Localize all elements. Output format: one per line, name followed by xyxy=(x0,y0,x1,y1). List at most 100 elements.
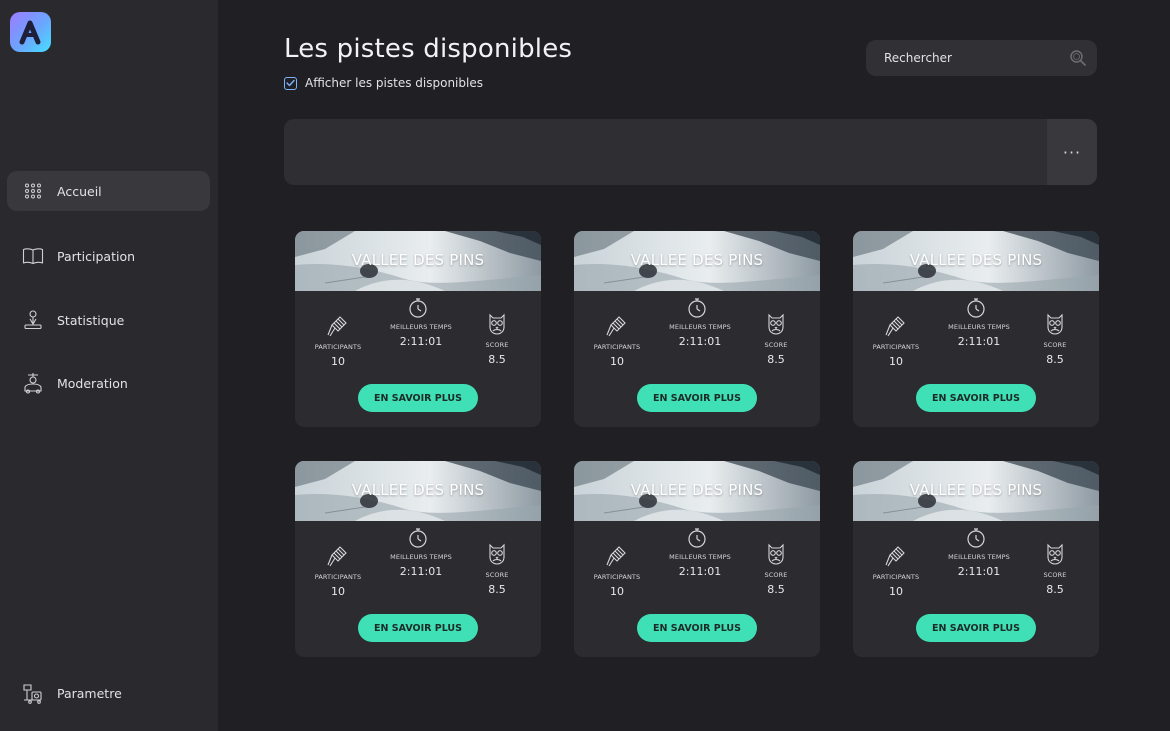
score-label: SCORE xyxy=(764,341,788,349)
track-card: VALLEE DES PINS PARTICIPANTS 10 MEILLEUR… xyxy=(853,461,1099,657)
participants-label: PARTICIPANTS xyxy=(314,343,362,351)
participants-label: PARTICIPANTS xyxy=(593,573,641,581)
learn-more-button[interactable]: EN SAVOIR PLUS xyxy=(916,384,1036,412)
learn-more-button[interactable]: EN SAVOIR PLUS xyxy=(916,614,1036,642)
score-stat: SCORE 8.5 xyxy=(752,571,800,596)
sidebar-item-accueil[interactable]: Accueil xyxy=(7,171,210,211)
ice-skate-icon xyxy=(326,315,348,341)
moderator-icon xyxy=(20,372,46,394)
best-time-value: 2:11:01 xyxy=(399,335,443,348)
track-card: VALLEE DES PINS PARTICIPANTS 10 MEILLEUR… xyxy=(574,461,820,657)
track-title: VALLEE DES PINS xyxy=(909,251,1043,269)
best-time-stat: MEILLEURS TEMPS 2:11:01 xyxy=(662,553,738,578)
best-time-stat: MEILLEURS TEMPS 2:11:01 xyxy=(383,553,459,578)
track-title: VALLEE DES PINS xyxy=(351,251,485,269)
search-icon[interactable] xyxy=(1069,49,1087,71)
score-stat: SCORE 8.5 xyxy=(1031,571,1079,596)
owl-icon xyxy=(1045,313,1065,339)
participants-label: PARTICIPANTS xyxy=(872,343,920,351)
track-card: VALLEE DES PINS PARTICIPANTS 10 MEILLEUR… xyxy=(295,231,541,427)
best-time-label: MEILLEURS TEMPS xyxy=(669,323,731,331)
best-time-value: 2:11:01 xyxy=(678,335,722,348)
owl-icon xyxy=(766,543,786,569)
participants-value: 10 xyxy=(889,355,903,368)
score-value: 8.5 xyxy=(1046,353,1064,366)
sidebar-item-parametre[interactable]: Parametre xyxy=(7,673,210,713)
available-filter[interactable]: Afficher les pistes disponibles xyxy=(284,76,483,90)
participants-stat: PARTICIPANTS 10 xyxy=(305,343,371,368)
participants-value: 10 xyxy=(610,355,624,368)
available-checkbox[interactable] xyxy=(284,76,297,90)
score-value: 8.5 xyxy=(1046,583,1064,596)
best-time-label: MEILLEURS TEMPS xyxy=(669,553,731,561)
participants-stat: PARTICIPANTS 10 xyxy=(863,573,929,598)
participants-stat: PARTICIPANTS 10 xyxy=(863,343,929,368)
stopwatch-icon xyxy=(966,527,986,553)
score-label: SCORE xyxy=(485,571,509,579)
best-time-value: 2:11:01 xyxy=(399,565,443,578)
track-card: VALLEE DES PINS PARTICIPANTS 10 MEILLEUR… xyxy=(295,461,541,657)
best-time-label: MEILLEURS TEMPS xyxy=(390,323,452,331)
owl-icon xyxy=(766,313,786,339)
track-card: VALLEE DES PINS PARTICIPANTS 10 MEILLEUR… xyxy=(574,231,820,427)
ice-skate-icon xyxy=(605,545,627,571)
track-card: VALLEE DES PINS PARTICIPANTS 10 MEILLEUR… xyxy=(853,231,1099,427)
checkmark-icon xyxy=(286,79,295,87)
score-value: 8.5 xyxy=(488,583,506,596)
score-label: SCORE xyxy=(1043,341,1067,349)
available-checkbox-label: Afficher les pistes disponibles xyxy=(305,76,483,90)
learn-more-button[interactable]: EN SAVOIR PLUS xyxy=(637,384,757,412)
ice-skate-icon xyxy=(884,315,906,341)
logo-a-icon xyxy=(19,20,41,45)
sidebar: Accueil Participation Statistique Modera… xyxy=(0,0,218,731)
score-stat: SCORE 8.5 xyxy=(752,341,800,366)
participants-label: PARTICIPANTS xyxy=(314,573,362,581)
score-value: 8.5 xyxy=(488,353,506,366)
search-input[interactable] xyxy=(878,40,1058,76)
sidebar-item-label: Participation xyxy=(57,248,136,264)
participants-value: 10 xyxy=(331,355,345,368)
learn-more-button[interactable]: EN SAVOIR PLUS xyxy=(358,614,478,642)
sidebar-item-statistique[interactable]: Statistique xyxy=(7,300,210,340)
settings-machine-icon xyxy=(20,682,46,704)
best-time-value: 2:11:01 xyxy=(957,565,1001,578)
learn-more-button[interactable]: EN SAVOIR PLUS xyxy=(358,384,478,412)
participants-label: PARTICIPANTS xyxy=(872,573,920,581)
best-time-value: 2:11:01 xyxy=(678,565,722,578)
score-value: 8.5 xyxy=(767,353,785,366)
track-title: VALLEE DES PINS xyxy=(630,251,764,269)
best-time-stat: MEILLEURS TEMPS 2:11:01 xyxy=(941,323,1017,348)
score-label: SCORE xyxy=(1043,571,1067,579)
search-box[interactable] xyxy=(866,40,1097,76)
ice-skate-icon xyxy=(326,545,348,571)
page-title: Les pistes disponibles xyxy=(284,34,573,64)
stopwatch-icon xyxy=(408,527,428,553)
score-label: SCORE xyxy=(485,341,509,349)
participants-stat: PARTICIPANTS 10 xyxy=(584,573,650,598)
sidebar-item-participation[interactable]: Participation xyxy=(7,236,210,276)
participants-value: 10 xyxy=(889,585,903,598)
track-title: VALLEE DES PINS xyxy=(909,481,1043,499)
best-time-stat: MEILLEURS TEMPS 2:11:01 xyxy=(941,553,1017,578)
participants-stat: PARTICIPANTS 10 xyxy=(305,573,371,598)
sidebar-item-moderation[interactable]: Moderation xyxy=(7,363,210,403)
participants-label: PARTICIPANTS xyxy=(593,343,641,351)
stopwatch-icon xyxy=(687,527,707,553)
learn-more-button[interactable]: EN SAVOIR PLUS xyxy=(637,614,757,642)
ice-skate-icon xyxy=(605,315,627,341)
score-value: 8.5 xyxy=(767,583,785,596)
app-logo[interactable] xyxy=(10,12,51,52)
score-stat: SCORE 8.5 xyxy=(1031,341,1079,366)
user-podium-icon xyxy=(20,309,46,331)
grid-dots-icon xyxy=(20,180,46,202)
participants-value: 10 xyxy=(610,585,624,598)
owl-icon xyxy=(1045,543,1065,569)
score-stat: SCORE 8.5 xyxy=(473,341,521,366)
more-options-button[interactable]: ··· xyxy=(1047,119,1097,185)
best-time-value: 2:11:01 xyxy=(957,335,1001,348)
sidebar-item-label: Parametre xyxy=(57,685,122,701)
participants-stat: PARTICIPANTS 10 xyxy=(584,343,650,368)
owl-icon xyxy=(487,313,507,339)
best-time-label: MEILLEURS TEMPS xyxy=(390,553,452,561)
track-title: VALLEE DES PINS xyxy=(351,481,485,499)
